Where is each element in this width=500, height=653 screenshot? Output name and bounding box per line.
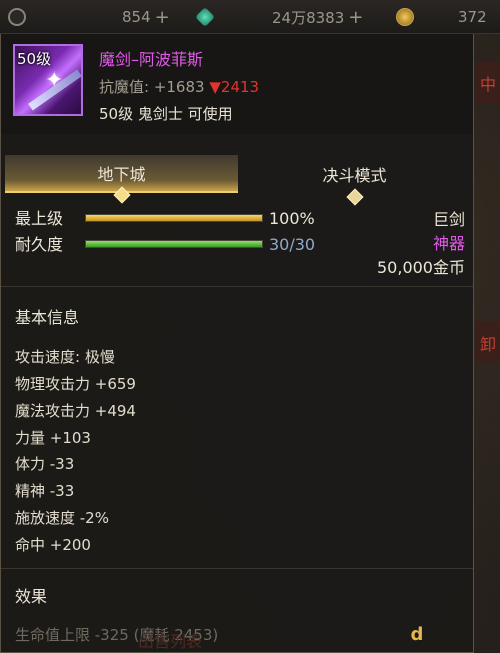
tab-pvp[interactable]: 决斗模式 xyxy=(238,155,471,206)
level-requirement: 50级 鬼剑士 可使用 xyxy=(99,105,233,123)
currency-2: 24万8383 + xyxy=(272,6,364,28)
rarity: 神器 xyxy=(432,234,465,253)
divider xyxy=(1,568,473,569)
gold-coin-icon xyxy=(8,8,26,26)
currency-3: 372 xyxy=(458,8,487,26)
top-grade-value: 100% xyxy=(269,209,315,228)
stat-line: 力量 +103 xyxy=(15,429,91,447)
sell-list-label[interactable]: 出售列表 xyxy=(138,628,202,652)
durability-bar xyxy=(85,240,263,248)
mode-tabs: 地下城 决斗模式 xyxy=(5,155,471,206)
crystal-icon xyxy=(195,7,215,27)
stat-line: 精神 -33 xyxy=(15,482,75,500)
add-currency-1-button[interactable]: + xyxy=(155,7,170,28)
currency-bar: 854 + 24万8383 + 372 xyxy=(0,0,500,34)
magic-resist: 抗魔值: +1683 ▼2413 xyxy=(99,76,259,97)
stat-line: 攻击速度: 极慢 xyxy=(15,348,115,366)
tab-dungeon[interactable]: 地下城 xyxy=(5,155,238,204)
top-grade-label: 最上级 xyxy=(15,209,64,228)
weapon-type: 巨剑 xyxy=(432,210,465,229)
stat-line: 体力 -33 xyxy=(15,455,75,473)
watermark-logo: d xyxy=(410,623,424,645)
item-name: 魔剑–阿波菲斯 xyxy=(99,50,204,69)
durability-label: 耐久度 xyxy=(15,235,64,254)
durability-bar-fill xyxy=(86,241,262,247)
side-tab-1[interactable]: 中 xyxy=(476,62,500,104)
item-level-badge: 50级 xyxy=(17,50,52,68)
magic-resist-value: 抗魔值: +1683 xyxy=(99,78,205,96)
basic-info-title: 基本信息 xyxy=(15,308,80,327)
stat-line: 物理攻击力 +659 xyxy=(15,375,136,393)
tab-marker xyxy=(346,188,363,206)
item-header: ✦ 50级 魔剑–阿波菲斯 抗魔值: +1683 ▼2413 50级 鬼剑士 可… xyxy=(1,34,473,134)
sword-icon: ✦ 50级 xyxy=(13,44,83,116)
divider xyxy=(1,286,473,287)
tab-pvp-label: 决斗模式 xyxy=(322,166,387,185)
durability-value: 30/30 xyxy=(269,235,316,254)
item-tooltip: ✦ 50级 魔剑–阿波菲斯 抗魔值: +1683 ▼2413 50级 鬼剑士 可… xyxy=(0,34,474,653)
stat-line: 命中 +200 xyxy=(15,536,91,554)
gold-icon xyxy=(396,8,414,26)
magic-resist-diff: ▼2413 xyxy=(209,78,260,96)
stat-line: 魔法攻击力 +494 xyxy=(15,402,136,420)
side-tab-2[interactable]: 卸 xyxy=(476,322,500,364)
top-grade-bar xyxy=(85,214,263,222)
active-tab-marker xyxy=(113,186,130,204)
currency-1: 854 + xyxy=(122,6,170,28)
tab-dungeon-label: 地下城 xyxy=(97,165,146,184)
top-grade-bar-fill xyxy=(86,215,262,221)
effects-title: 效果 xyxy=(15,587,48,606)
add-currency-2-button[interactable]: + xyxy=(348,7,363,28)
stat-line: 施放速度 -2% xyxy=(15,509,109,527)
sell-price: 50,000金币 xyxy=(377,258,465,277)
